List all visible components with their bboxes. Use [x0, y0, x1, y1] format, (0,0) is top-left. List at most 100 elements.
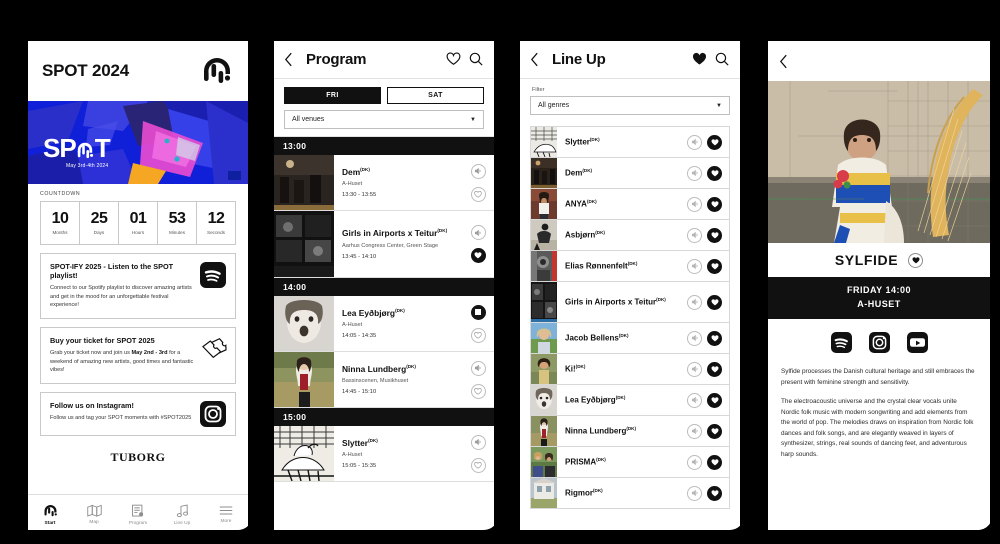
speaker-icon[interactable] — [470, 434, 486, 450]
list-item[interactable]: Lea Eyðbjørg(DK) — [530, 384, 730, 415]
countdown-unit: Months — [52, 230, 68, 235]
speaker-icon[interactable] — [687, 485, 702, 501]
lineup-screen: Line Up Filter All genres ▼ Slytter(DK) … — [520, 41, 740, 530]
list-item[interactable]: PRISMA(DK) — [530, 446, 730, 477]
program-row[interactable]: Girls in Airports x Teitur(DK) Aarhus Co… — [274, 211, 494, 278]
promo-body: Follow us and tag your SPOT moments with… — [50, 414, 192, 421]
list-item[interactable]: Girls in Airports x Teitur(DK) — [530, 281, 730, 322]
speaker-icon[interactable] — [470, 163, 486, 179]
start-screen: SPOT 2024 SP T May 3rd-4th 2024 COUNTDOW… — [28, 41, 248, 530]
countdown-unit: Hours — [131, 230, 145, 235]
program-row[interactable]: Dem(DK) A-Huset 13:30 - 13:55 — [274, 155, 494, 211]
list-item[interactable]: Rigmor(DK) — [530, 477, 730, 509]
promo-card-tickets[interactable]: Buy your ticket for SPOT 2025 Grab your … — [40, 326, 236, 384]
artist-thumbnail — [274, 296, 334, 351]
list-item[interactable]: ANYA(DK) — [530, 188, 730, 219]
program-artist-name: Lea Eyðbjørg(DK) — [342, 307, 405, 318]
program-time: 13:30 - 13:55 — [342, 192, 377, 199]
speaker-icon[interactable] — [687, 196, 702, 212]
program-list[interactable]: 13:00 Dem(DK) A-Huset 13:30 - 13:55 Girl… — [274, 136, 494, 530]
program-row[interactable]: Lea Eyðbjørg(DK) A-Huset 14:05 - 14:35 — [274, 296, 494, 352]
heart-filled-icon[interactable] — [707, 485, 722, 501]
artist-name: Ki!(DK) — [565, 363, 586, 374]
list-item[interactable]: Slytter(DK) — [530, 126, 730, 157]
venue-filter-select[interactable]: All venues ▼ — [284, 110, 484, 129]
chevron-left-icon[interactable] — [779, 54, 793, 69]
speaker-icon[interactable] — [687, 165, 702, 181]
artist-thumbnail — [531, 323, 557, 353]
heart-filled-icon[interactable] — [707, 330, 722, 346]
heart-filled-icon[interactable] — [707, 294, 722, 310]
speaker-icon[interactable] — [687, 423, 702, 439]
heart-filled-icon[interactable] — [470, 248, 486, 263]
country-tag: (DK) — [615, 394, 626, 400]
artist-thumbnail — [274, 352, 334, 407]
day-tab-fri[interactable]: FRI — [284, 87, 381, 104]
program-row[interactable]: Ninna Lundberg(DK) Bassinscenen, Musikhu… — [274, 352, 494, 408]
heart-outline-icon[interactable] — [470, 186, 486, 202]
speaker-icon[interactable] — [687, 330, 702, 346]
speaker-icon[interactable] — [470, 225, 486, 240]
promo-card-instagram[interactable]: Follow us on Instagram! Follow us and ta… — [40, 391, 236, 436]
heart-filled-icon[interactable] — [707, 392, 722, 408]
tab-program[interactable]: Program — [116, 495, 160, 530]
chevron-left-icon[interactable] — [284, 52, 298, 67]
heart-filled-icon[interactable] — [707, 165, 722, 181]
heart-filled-icon[interactable] — [707, 454, 722, 470]
artist-schedule-day: FRIDAY 14:00 — [846, 285, 912, 295]
tab-lineup[interactable]: Line Up — [160, 495, 204, 530]
heart-filled-icon[interactable] — [692, 52, 707, 67]
heart-outline-icon[interactable] — [446, 52, 461, 67]
list-item[interactable]: Ki!(DK) — [530, 353, 730, 384]
speaker-icon[interactable] — [687, 392, 702, 408]
heart-outline-icon[interactable] — [470, 383, 486, 399]
speaker-icon[interactable] — [687, 454, 702, 470]
heart-filled-icon[interactable] — [707, 361, 722, 377]
heart-outline-icon[interactable] — [470, 457, 486, 473]
heart-filled-icon[interactable] — [707, 196, 722, 212]
country-tag: (DK) — [595, 229, 605, 235]
heart-filled-icon[interactable] — [908, 252, 924, 268]
countdown-value: 53 — [168, 210, 186, 227]
instagram-icon[interactable] — [868, 332, 890, 353]
promo-card-spotify[interactable]: SPOT-IFY 2025 - Listen to the SPOT playl… — [40, 253, 236, 319]
list-item[interactable]: Asbjørn(DK) — [530, 219, 730, 250]
speaker-icon[interactable] — [687, 258, 702, 274]
artist-photo — [768, 81, 990, 243]
search-icon[interactable] — [469, 52, 484, 67]
list-item[interactable]: Ninna Lundberg(DK) — [530, 415, 730, 446]
heart-filled-icon[interactable] — [707, 134, 722, 150]
tab-start[interactable]: Start — [28, 495, 72, 530]
program-venue: Bassinscenen, Musikhuset — [342, 378, 409, 385]
list-item[interactable]: Elias Rønnenfelt(DK) — [530, 250, 730, 281]
country-tag: (DK) — [627, 260, 638, 266]
program-artist-name: Dem(DK) — [342, 166, 370, 177]
program-venue: A-Huset — [342, 322, 363, 329]
heart-outline-icon[interactable] — [470, 327, 486, 343]
search-icon[interactable] — [715, 52, 730, 67]
lineup-list[interactable]: Slytter(DK) Dem(DK) ANYA(DK) Asbjørn(DK)… — [520, 122, 740, 530]
heart-filled-icon[interactable] — [707, 258, 722, 274]
chevron-left-icon[interactable] — [530, 52, 544, 67]
speaker-icon[interactable] — [687, 227, 702, 243]
youtube-icon[interactable] — [906, 332, 928, 353]
list-item[interactable]: Jacob Bellens(DK) — [530, 322, 730, 353]
list-item[interactable]: Dem(DK) — [530, 157, 730, 188]
countdown-unit: Days — [93, 230, 105, 235]
speaker-icon[interactable] — [687, 294, 702, 310]
speaker-icon[interactable] — [687, 361, 702, 377]
speaker-icon[interactable] — [687, 134, 702, 150]
heart-filled-icon[interactable] — [707, 227, 722, 243]
tab-map[interactable]: Map — [72, 495, 116, 530]
stop-icon[interactable] — [470, 304, 486, 320]
program-row[interactable]: Slytter(DK) A-Huset 15:05 - 15:35 — [274, 426, 494, 482]
heart-filled-icon[interactable] — [707, 423, 722, 439]
artist-navbar — [768, 41, 990, 81]
genre-filter-select[interactable]: All genres ▼ — [530, 96, 730, 115]
spotify-icon[interactable] — [830, 332, 852, 353]
program-venue: A-Huset — [342, 452, 363, 459]
time-group-header: 15:00 — [274, 408, 494, 426]
day-tab-sat[interactable]: SAT — [387, 87, 484, 104]
speaker-icon[interactable] — [470, 360, 486, 376]
tab-more[interactable]: More — [204, 495, 248, 530]
